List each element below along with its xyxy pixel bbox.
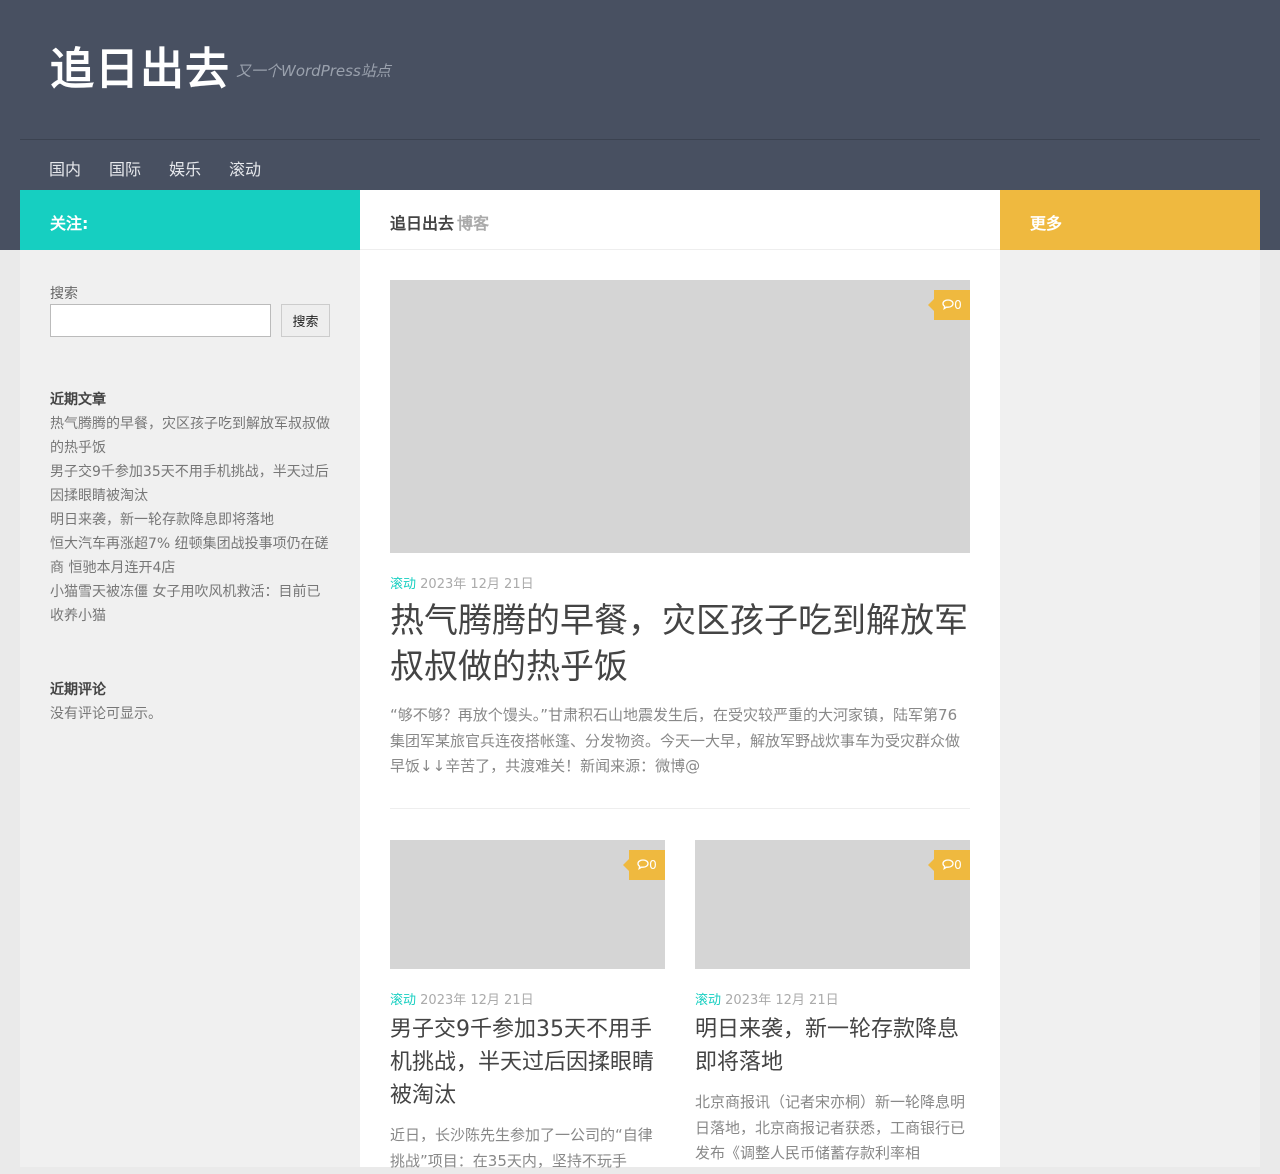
site-title[interactable]: 追日出去 xyxy=(50,42,230,98)
recent-post-link[interactable]: 恒大汽车再涨超7% 纽顿集团战投事项仍在磋商 恒驰本月连开4店 xyxy=(50,532,330,580)
comment-icon xyxy=(942,299,954,310)
comment-icon xyxy=(942,859,954,870)
comment-count: 0 xyxy=(954,858,962,872)
right-sidebar: 更多 xyxy=(1000,190,1260,1167)
no-comments-text: 没有评论可显示。 xyxy=(50,706,162,722)
recent-posts-title: 近期文章 xyxy=(50,392,106,408)
post-date: 2023年 12月 21日 xyxy=(725,993,839,1008)
search-input[interactable] xyxy=(50,304,271,337)
recent-post-link[interactable]: 男子交9千参加35天不用手机挑战，半天过后因揉眼睛被淘汰 xyxy=(50,460,330,508)
follow-bar: 关注: xyxy=(20,190,360,250)
post-comment-badge[interactable]: 0 xyxy=(623,850,665,880)
more-label: 更多 xyxy=(1030,214,1063,233)
heading-suffix: 博客 xyxy=(457,214,490,233)
recent-posts-list: 热气腾腾的早餐，灾区孩子吃到解放军叔叔做的热乎饭 男子交9千参加35天不用手机挑… xyxy=(50,412,330,628)
post-comment-badge[interactable]: 0 xyxy=(928,850,970,880)
featured-post-title[interactable]: 热气腾腾的早餐，灾区孩子吃到解放军叔叔做的热乎饭 xyxy=(390,598,970,690)
featured-thumbnail[interactable] xyxy=(390,280,970,553)
main-content: 追日出去 博客 0 滚动 2023年 12月 21日 热气腾腾的早餐，灾区孩子吃… xyxy=(360,190,1000,1170)
heading-site: 追日出去 xyxy=(390,214,455,233)
recent-comments-title: 近期评论 xyxy=(50,682,106,698)
featured-comment-badge[interactable]: 0 xyxy=(928,290,970,320)
more-bar: 更多 xyxy=(1000,190,1260,250)
search-button[interactable]: 搜索 xyxy=(281,304,330,337)
main-nav: 国内 国际 娱乐 滚动 xyxy=(20,139,1260,190)
post-excerpt: 近日，长沙陈先生参加了一公司的“自律挑战”项目：在35天内，坚持不玩手 xyxy=(390,1126,653,1170)
post-category[interactable]: 滚动 xyxy=(390,577,416,592)
nav-item-domestic[interactable]: 国内 xyxy=(49,156,81,180)
comment-icon xyxy=(637,859,649,870)
post-meta: 滚动 2023年 12月 21日 xyxy=(695,989,839,1008)
divider xyxy=(390,808,970,809)
nav-item-entertainment[interactable]: 娱乐 xyxy=(169,156,201,180)
post-category[interactable]: 滚动 xyxy=(390,993,416,1008)
follow-label: 关注: xyxy=(50,214,89,233)
left-sidebar: 关注: 搜索 搜索 近期文章 热气腾腾的早餐，灾区孩子吃到解放军叔叔做的热乎饭 … xyxy=(20,190,360,1167)
post-meta: 滚动 2023年 12月 21日 xyxy=(390,989,534,1008)
post-date: 2023年 12月 21日 xyxy=(420,577,534,592)
comment-count: 0 xyxy=(649,858,657,872)
comment-count: 0 xyxy=(954,298,962,312)
featured-meta: 滚动 2023年 12月 21日 xyxy=(390,573,534,592)
post-title[interactable]: 明日来袭，新一轮存款降息即将落地 xyxy=(695,1013,970,1079)
post-excerpt: 北京商报讯（记者宋亦桐）新一轮降息明日落地，北京商报记者获悉，工商银行已发布《调… xyxy=(695,1093,966,1162)
post-title[interactable]: 男子交9千参加35天不用手机挑战，半天过后因揉眼睛被淘汰 xyxy=(390,1013,665,1112)
nav-item-international[interactable]: 国际 xyxy=(109,156,141,180)
search-label: 搜索 xyxy=(50,286,78,302)
recent-post-link[interactable]: 热气腾腾的早餐，灾区孩子吃到解放军叔叔做的热乎饭 xyxy=(50,412,330,460)
featured-excerpt: “够不够？再放个馒头。”甘肃积石山地震发生后，在受灾较严重的大河家镇，陆军第76… xyxy=(390,706,961,775)
main-heading: 追日出去 博客 xyxy=(360,190,1000,250)
post-category[interactable]: 滚动 xyxy=(695,993,721,1008)
recent-post-link[interactable]: 小猫雪天被冻僵 女子用吹风机救活：目前已收养小猫 xyxy=(50,580,330,628)
recent-post-link[interactable]: 明日来袭，新一轮存款降息即将落地 xyxy=(50,508,330,532)
site-description: 又一个WordPress站点 xyxy=(236,62,391,80)
nav-item-rolling[interactable]: 滚动 xyxy=(229,156,261,180)
post-date: 2023年 12月 21日 xyxy=(420,993,534,1008)
